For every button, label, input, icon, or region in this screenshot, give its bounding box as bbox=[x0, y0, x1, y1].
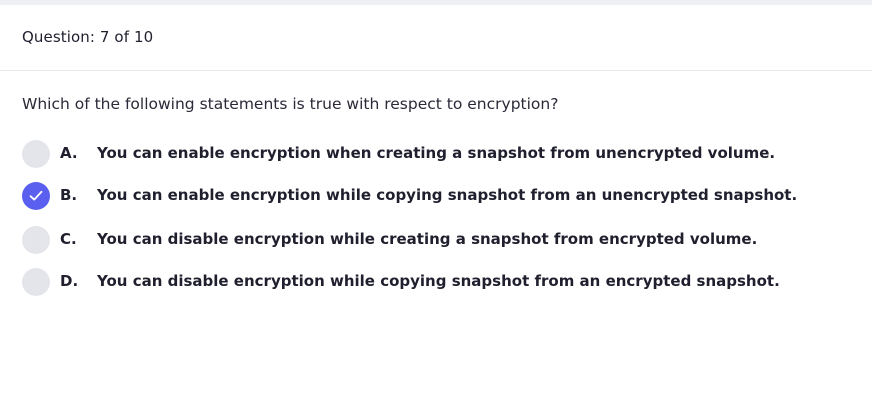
option-text: You can enable encryption when creating … bbox=[97, 144, 776, 162]
option-letter: A. bbox=[60, 144, 78, 162]
question-text: Which of the following statements is tru… bbox=[22, 95, 559, 113]
option-text: You can disable encryption while copying… bbox=[97, 272, 780, 290]
check-icon bbox=[29, 190, 43, 201]
radio-button-a[interactable] bbox=[22, 140, 50, 168]
option-b[interactable]: B. You can enable encryption while copyi… bbox=[0, 176, 872, 216]
question-counter: Question: 7 of 10 bbox=[22, 28, 154, 46]
option-letter: C. bbox=[60, 230, 77, 248]
option-a[interactable]: A. You can enable encryption when creati… bbox=[0, 134, 872, 174]
option-text: You can disable encryption while creatin… bbox=[97, 230, 758, 248]
option-letter: D. bbox=[60, 272, 79, 290]
question-header: Question: 7 of 10 bbox=[0, 5, 872, 71]
option-d[interactable]: D. You can disable encryption while copy… bbox=[0, 262, 872, 302]
radio-button-c[interactable] bbox=[22, 226, 50, 254]
option-c[interactable]: C. You can disable encryption while crea… bbox=[0, 220, 872, 260]
option-letter: B. bbox=[60, 186, 78, 204]
option-text: You can enable encryption while copying … bbox=[97, 186, 798, 204]
radio-button-d[interactable] bbox=[22, 268, 50, 296]
radio-button-b[interactable] bbox=[22, 182, 50, 210]
